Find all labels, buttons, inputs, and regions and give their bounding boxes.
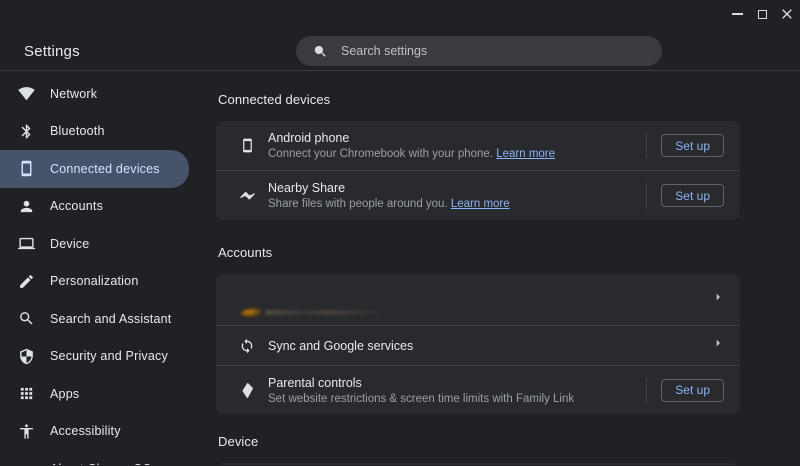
row-separator bbox=[646, 377, 648, 403]
maximize-icon bbox=[757, 9, 767, 19]
sidebar: Network Bluetooth Connected devices Acco… bbox=[0, 71, 192, 465]
window-controls bbox=[726, 3, 798, 25]
sidebar-item-accounts[interactable]: Accounts bbox=[0, 188, 192, 226]
sidebar-item-connected-devices[interactable]: Connected devices bbox=[0, 150, 189, 188]
person-icon bbox=[17, 197, 35, 215]
sidebar-item-about-chromeos[interactable]: About ChromeOS bbox=[0, 450, 192, 465]
sidebar-item-network[interactable]: Network bbox=[0, 75, 192, 113]
wifi-icon bbox=[17, 85, 35, 103]
sidebar-item-accessibility[interactable]: Accessibility bbox=[0, 413, 192, 451]
accounts-card: Sync and Google services Parental contro… bbox=[216, 274, 740, 414]
smartphone-icon bbox=[238, 136, 256, 156]
blank-icon bbox=[17, 460, 35, 465]
parental-controls-description: Set website restrictions & screen time l… bbox=[268, 392, 575, 405]
minimize-button[interactable] bbox=[726, 3, 748, 25]
sync-icon bbox=[238, 336, 256, 356]
accessibility-icon bbox=[17, 422, 35, 440]
family-link-diamond-icon bbox=[238, 380, 256, 400]
arrow-right-icon bbox=[710, 289, 726, 310]
close-icon bbox=[782, 9, 792, 19]
smartphone-icon bbox=[17, 160, 35, 178]
section-title-device: Device bbox=[218, 434, 259, 449]
search-icon bbox=[314, 45, 326, 57]
nearby-share-title: Nearby Share bbox=[268, 181, 346, 195]
arrow-right-icon bbox=[710, 335, 726, 356]
user-account-row[interactable] bbox=[216, 274, 740, 325]
settings-content: Connected devices Android phone Connect … bbox=[192, 71, 800, 465]
shield-icon bbox=[17, 347, 35, 365]
sidebar-item-bluetooth[interactable]: Bluetooth bbox=[0, 113, 192, 151]
bluetooth-icon bbox=[17, 122, 35, 140]
sidebar-item-personalization[interactable]: Personalization bbox=[0, 263, 192, 301]
section-title-accounts: Accounts bbox=[218, 245, 273, 260]
close-button[interactable] bbox=[776, 3, 798, 25]
learn-more-link[interactable]: Learn more bbox=[451, 198, 510, 210]
page-title: Settings bbox=[24, 43, 80, 60]
learn-more-link[interactable]: Learn more bbox=[496, 148, 555, 160]
connected-devices-card: Android phone Connect your Chromebook wi… bbox=[216, 121, 740, 220]
sidebar-item-search-and-assistant[interactable]: Search and Assistant bbox=[0, 300, 192, 338]
redacted-account-avatar bbox=[240, 307, 263, 318]
android-phone-row[interactable]: Android phone Connect your Chromebook wi… bbox=[216, 121, 740, 170]
apps-grid-icon bbox=[17, 385, 35, 403]
nearby-share-icon bbox=[238, 186, 256, 206]
search-input[interactable] bbox=[341, 44, 662, 58]
sync-title: Sync and Google services bbox=[268, 338, 414, 353]
sidebar-item-security-and-privacy[interactable]: Security and Privacy bbox=[0, 338, 192, 376]
maximize-button[interactable] bbox=[751, 3, 773, 25]
pen-icon bbox=[17, 272, 35, 290]
magnifier-icon bbox=[17, 310, 35, 328]
chromeos-settings-window: Settings Network Bluetooth Connected dev… bbox=[0, 0, 800, 466]
minimize-icon bbox=[731, 13, 743, 15]
row-separator bbox=[646, 182, 648, 209]
parental-controls-set-up-button[interactable]: Set up bbox=[661, 378, 724, 402]
header: Settings bbox=[0, 0, 800, 71]
search-bar[interactable] bbox=[296, 36, 662, 66]
section-title-connected-devices: Connected devices bbox=[218, 92, 331, 107]
nearby-share-description: Share files with people around you. Lear… bbox=[268, 198, 510, 210]
parental-controls-title: Parental controls bbox=[268, 375, 362, 390]
row-separator bbox=[646, 132, 648, 159]
parental-controls-row[interactable]: Parental controls Set website restrictio… bbox=[216, 366, 740, 414]
sync-and-google-services-row[interactable]: Sync and Google services bbox=[216, 326, 740, 365]
device-card bbox=[216, 463, 740, 465]
laptop-icon bbox=[17, 235, 35, 253]
nearby-share-set-up-button[interactable]: Set up bbox=[661, 184, 724, 207]
android-phone-set-up-button[interactable]: Set up bbox=[661, 134, 724, 157]
android-phone-description: Connect your Chromebook with your phone.… bbox=[268, 148, 556, 160]
sidebar-item-apps[interactable]: Apps bbox=[0, 375, 192, 413]
redacted-account-name bbox=[265, 310, 380, 315]
nearby-share-row[interactable]: Nearby Share Share files with people aro… bbox=[216, 171, 740, 220]
sidebar-item-device[interactable]: Device bbox=[0, 225, 192, 263]
android-phone-title: Android phone bbox=[268, 131, 350, 145]
